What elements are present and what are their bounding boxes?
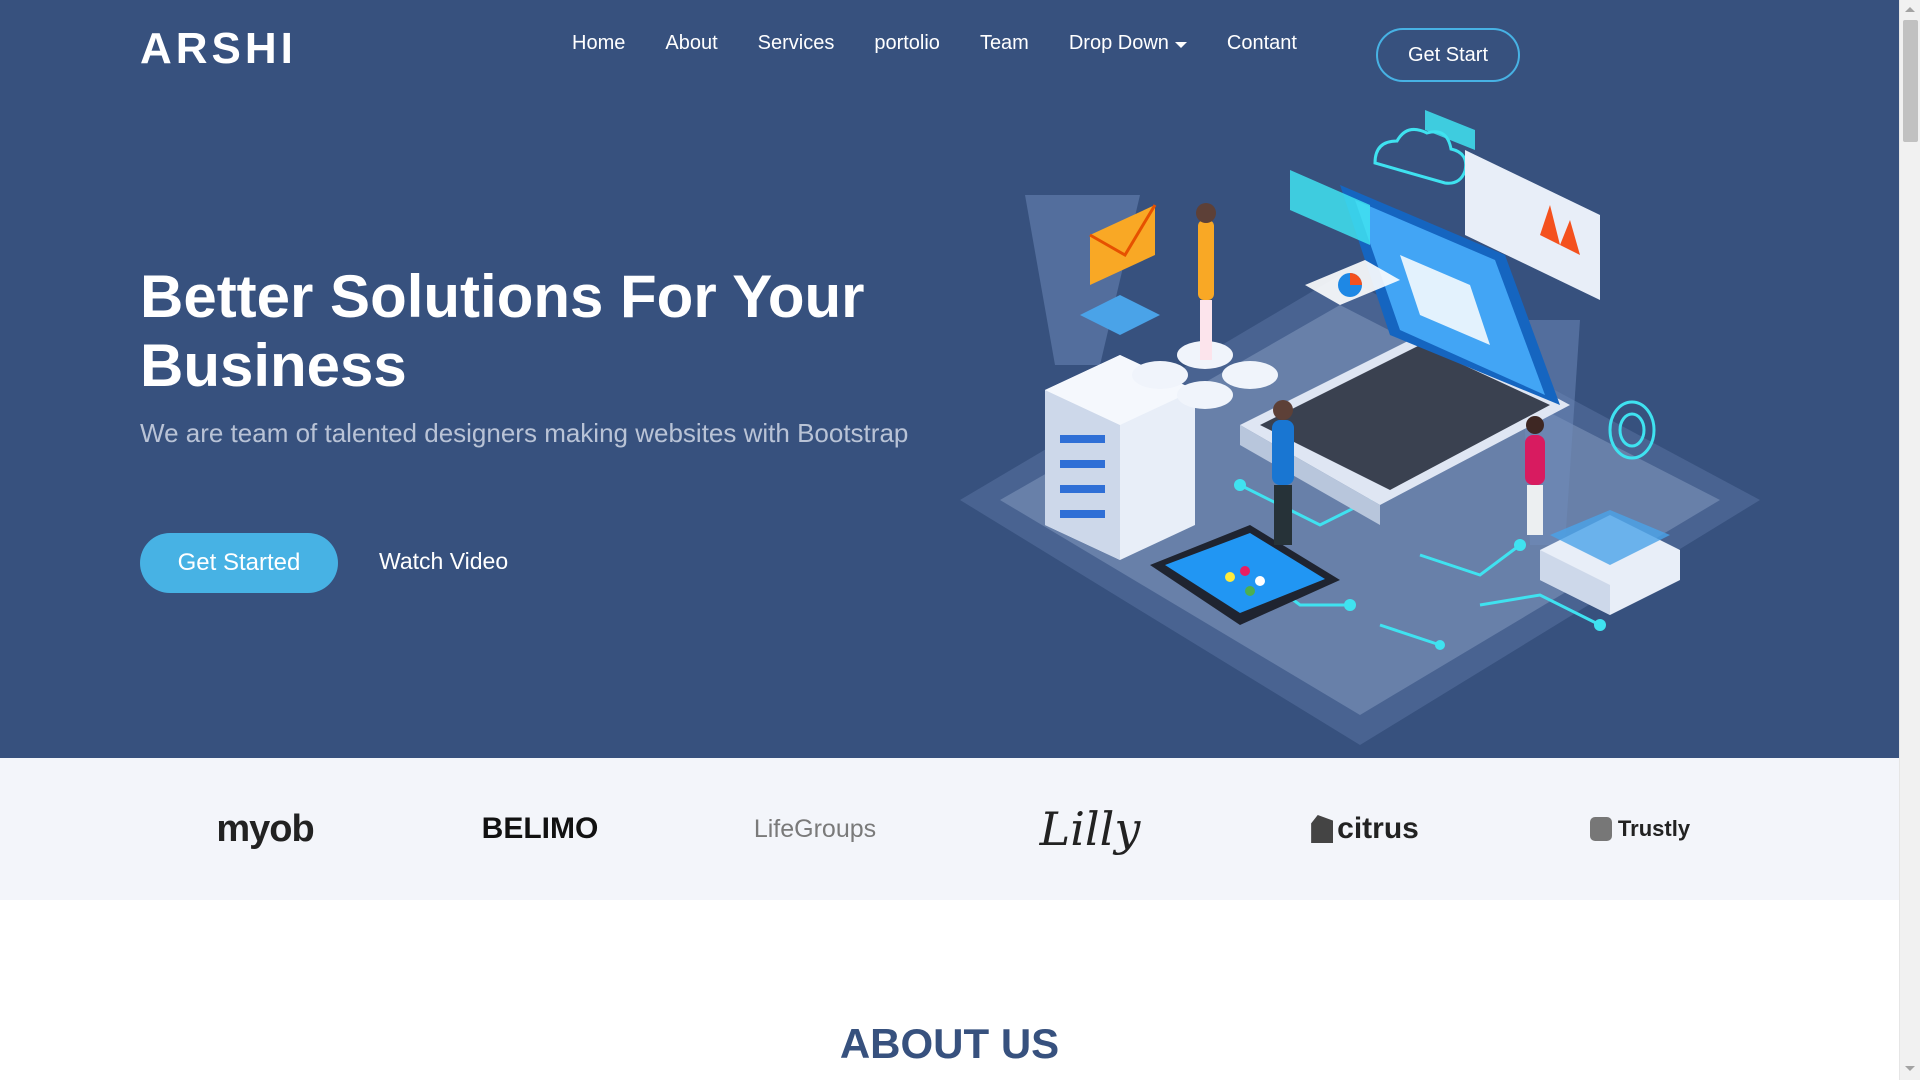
caret-down-icon [1174, 41, 1187, 48]
nav-item-about[interactable]: About [665, 32, 717, 55]
citrus-mark-icon [1311, 815, 1334, 843]
get-started-button[interactable]: Get Started [140, 533, 338, 593]
nav-item-team[interactable]: Team [980, 32, 1029, 55]
isometric-tech-illustration-icon [960, 110, 1760, 745]
client-belimo: BELIMO [475, 758, 605, 900]
nav-item-portfolio[interactable]: portolio [874, 32, 940, 55]
citrus-logo-icon: citrus [1337, 812, 1419, 845]
hero-section: ARSHI Home About Services portolio Team … [0, 0, 1899, 758]
nav-item-label: Contant [1226, 32, 1297, 54]
nav-item-services[interactable]: Services [758, 32, 835, 55]
client-lilly: Lilly [1025, 758, 1155, 900]
page-scrollbar[interactable] [1899, 0, 1920, 1080]
lilly-logo-icon: Lilly [1039, 802, 1141, 856]
main-nav: Home About Services portolio Team Drop D… [572, 32, 1337, 55]
nav-item-label: Home [572, 32, 626, 54]
client-citrus: citrus [1300, 758, 1430, 900]
nav-item-label: Services [757, 32, 835, 54]
scroll-down-arrow-icon[interactable] [1905, 1066, 1915, 1071]
get-start-button[interactable]: Get Start [1376, 28, 1520, 82]
nav-item-label: Drop Down [1068, 32, 1169, 54]
nav-item-label: About [665, 32, 718, 54]
nav-item-label: portolio [874, 32, 940, 54]
belimo-logo-icon: BELIMO [481, 812, 599, 845]
about-section-title: ABOUT US [839, 1020, 1060, 1067]
trustly-logo-icon: Trustly [1617, 816, 1691, 841]
client-trustly: Trustly [1575, 758, 1705, 900]
site-logo[interactable]: ARSHI [140, 24, 297, 74]
hero-title: Better Solutions For Your Business [140, 263, 865, 399]
lock-icon [1589, 817, 1612, 841]
nav-item-label: Team [979, 32, 1029, 54]
client-lifegroups: LifeGroups [750, 758, 880, 900]
client-myob: myob [200, 758, 330, 900]
lifegroups-logo-icon: LifeGroups [753, 814, 877, 843]
hero-subtitle: We are team of talented designers making… [140, 418, 909, 448]
nav-item-home[interactable]: Home [572, 32, 625, 55]
clients-section: myob BELIMO LifeGroups Lilly citrus Trus… [0, 758, 1899, 900]
scrollbar-thumb[interactable] [1903, 20, 1918, 142]
scroll-up-arrow-icon[interactable] [1905, 7, 1915, 12]
nav-item-contact[interactable]: Contant [1227, 32, 1297, 55]
watch-video-button[interactable]: Watch Video [379, 548, 508, 575]
nav-item-dropdown[interactable]: Drop Down [1069, 32, 1187, 55]
myob-logo-icon: myob [216, 807, 314, 850]
